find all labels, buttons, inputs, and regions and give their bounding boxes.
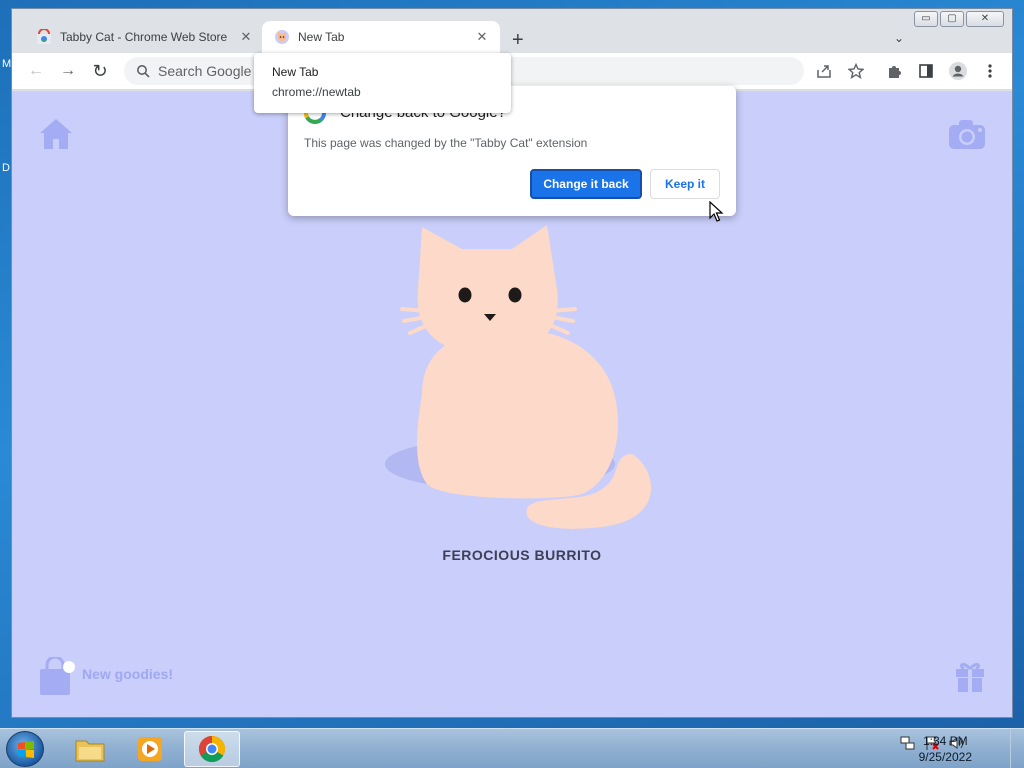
extensions-puzzle-icon[interactable]	[878, 55, 910, 87]
share-icon[interactable]	[808, 55, 840, 87]
cat-name: FEROCIOUS BURRITO	[442, 547, 602, 563]
tab-strip: Tabby Cat - Chrome Web Store ✕ New Tab ✕…	[12, 19, 1012, 53]
camera-icon[interactable]	[947, 117, 987, 151]
taskbar-media-player[interactable]	[122, 731, 178, 767]
show-desktop-button[interactable]	[1010, 729, 1024, 768]
gift-icon[interactable]	[954, 659, 986, 693]
reload-button[interactable]: ↻	[84, 55, 116, 87]
tab-title: New Tab	[298, 30, 345, 44]
desktop-icon-label[interactable]: M	[2, 58, 11, 70]
tab-new-tab[interactable]: New Tab ✕	[262, 21, 500, 53]
side-panel-icon[interactable]	[910, 55, 942, 87]
tab-search-icon[interactable]: ⌄	[894, 31, 904, 45]
close-tab-icon[interactable]: ✕	[474, 29, 490, 45]
search-icon	[137, 65, 150, 78]
windows-logo-icon	[18, 741, 34, 758]
tab-title: Tabby Cat - Chrome Web Store	[60, 30, 228, 44]
folder-icon	[75, 740, 105, 762]
shopping-bag-icon[interactable]	[38, 657, 78, 697]
close-tab-icon[interactable]: ✕	[238, 29, 254, 45]
home-icon[interactable]	[38, 117, 74, 151]
taskbar: 1:34 PM 9/25/2022	[0, 728, 1024, 768]
cat-illustration[interactable]	[382, 219, 672, 535]
menu-kebab-icon[interactable]	[974, 55, 1006, 87]
new-tab-button[interactable]: +	[512, 30, 524, 50]
chrome-web-store-icon	[37, 29, 51, 44]
clock-date: 9/25/2022	[918, 750, 972, 764]
toolbar-actions	[808, 55, 1006, 87]
profile-avatar-icon[interactable]	[942, 55, 974, 87]
chrome-icon	[198, 735, 226, 763]
tabby-cat-icon	[275, 30, 289, 44]
tab-chrome-web-store[interactable]: Tabby Cat - Chrome Web Store ✕	[24, 21, 264, 53]
mouse-cursor-icon	[709, 201, 724, 222]
hover-card-url: chrome://newtab	[272, 85, 361, 99]
forward-button[interactable]: →	[52, 55, 84, 87]
media-player-icon	[138, 737, 162, 761]
dialog-body: This page was changed by the "Tabby Cat"…	[304, 136, 588, 150]
hover-card-title: New Tab	[272, 65, 319, 79]
bookmark-star-icon[interactable]	[840, 55, 872, 87]
change-it-back-button[interactable]: Change it back	[530, 169, 642, 199]
keep-it-button[interactable]: Keep it	[650, 169, 720, 199]
tab-hover-card: New Tab chrome://newtab	[254, 53, 511, 113]
taskbar-clock[interactable]: 1:34 PM 9/25/2022	[919, 733, 972, 765]
start-button[interactable]	[6, 731, 44, 767]
taskbar-chrome[interactable]	[184, 731, 240, 767]
browser-toolbar: ← → ↻ Search Google c	[12, 53, 1012, 90]
clock-time: 1:34 PM	[922, 734, 968, 748]
back-button[interactable]: ←	[20, 55, 52, 87]
desktop-icon-label[interactable]: D	[2, 162, 10, 174]
taskbar-file-explorer[interactable]	[62, 731, 118, 767]
new-goodies-link[interactable]: New goodies!	[82, 666, 173, 682]
omnibox-text: Search Google c	[158, 63, 263, 79]
network-icon[interactable]	[900, 735, 916, 751]
